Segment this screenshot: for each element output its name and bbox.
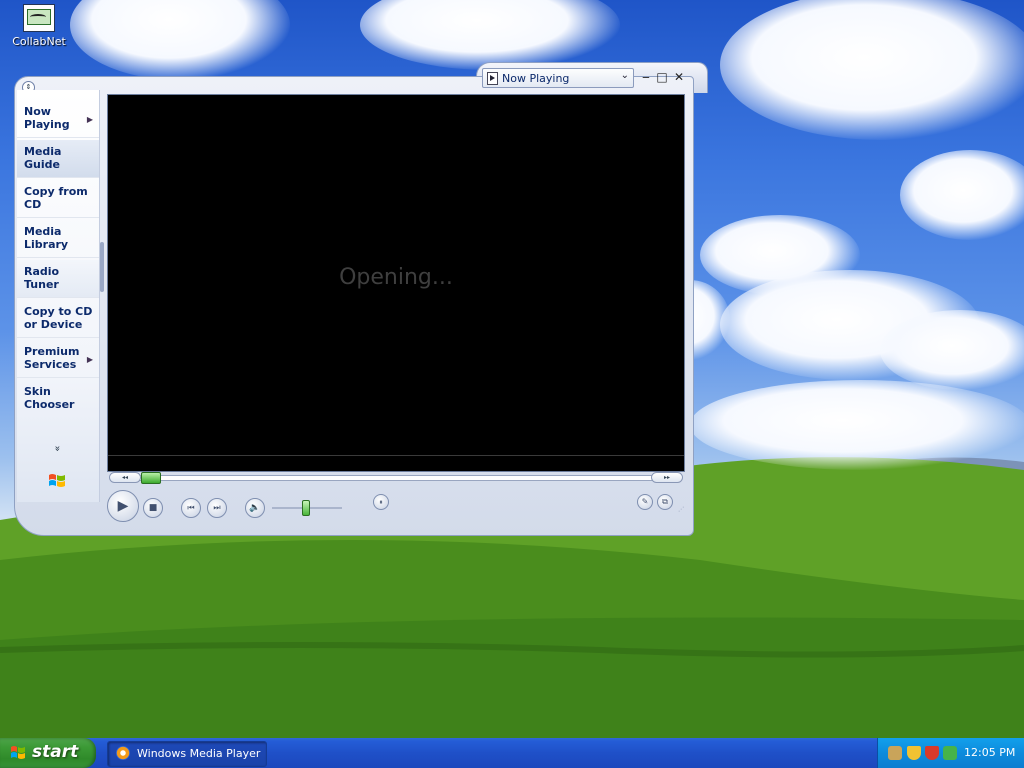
- taskbar-item-windows-media-player[interactable]: Windows Media Player: [107, 741, 267, 767]
- seek-bar[interactable]: ◂◂ ▸▸: [107, 472, 683, 484]
- taskpane-item-media-library[interactable]: Media Library: [17, 220, 99, 258]
- network-icon[interactable]: [888, 746, 902, 760]
- windows-logo-icon: [49, 474, 65, 487]
- taskpane-item-radio-tuner[interactable]: Radio Tuner: [17, 260, 99, 298]
- maximize-button[interactable]: □: [655, 70, 669, 84]
- taskpane-resize-handle[interactable]: [100, 242, 104, 292]
- media-player-window: ⇕ Now Playing ▶ Media Guide Copy from CD…: [14, 62, 708, 536]
- start-label: start: [32, 742, 79, 762]
- security-shield-icon[interactable]: [907, 746, 921, 760]
- video-divider: [108, 455, 684, 456]
- play-button[interactable]: ▶: [107, 490, 139, 522]
- security-alert-icon[interactable]: [925, 746, 939, 760]
- shuffle-button[interactable]: ⏸: [373, 494, 389, 510]
- chevron-right-icon: ▶: [86, 355, 93, 364]
- safely-remove-icon[interactable]: [943, 746, 957, 760]
- taskbar-item-label: Windows Media Player: [137, 747, 261, 760]
- chevron-down-icon: ⌄: [620, 70, 629, 81]
- equalizer-button[interactable]: ✎: [637, 494, 653, 510]
- previous-button[interactable]: ⏮: [181, 498, 201, 518]
- collabnet-icon: [23, 4, 55, 32]
- taskpane-item-premium-services[interactable]: Premium Services ▶: [17, 340, 99, 378]
- mute-button[interactable]: 🔈: [245, 498, 265, 518]
- taskpane-item-copy-from-cd[interactable]: Copy from CD: [17, 180, 99, 218]
- taskpane-item-label: Now Playing: [24, 105, 70, 131]
- chevron-right-icon: ▶: [86, 115, 93, 124]
- taskpane-item-copy-to-cd[interactable]: Copy to CD or Device: [17, 300, 99, 338]
- next-button[interactable]: ⏭: [207, 498, 227, 518]
- windows-flag-icon: [11, 746, 25, 759]
- start-button[interactable]: start: [0, 738, 96, 768]
- taskpane-item-label: Skin Chooser: [24, 385, 75, 411]
- taskpane-item-skin-chooser[interactable]: Skin Chooser: [17, 380, 99, 418]
- seek-track[interactable]: [125, 475, 655, 481]
- double-chevron-down-icon[interactable]: »: [52, 445, 63, 451]
- media-player-icon: [116, 746, 130, 760]
- clock[interactable]: 12:05 PM: [964, 746, 1015, 759]
- feature-taskbar: Now Playing ▶ Media Guide Copy from CD M…: [17, 90, 100, 502]
- volume-slider[interactable]: [302, 500, 310, 516]
- taskbar: start Windows Media Player 12:05 PM: [0, 738, 1024, 768]
- now-playing-select-value: Now Playing: [502, 72, 570, 85]
- close-button[interactable]: ✕: [672, 70, 686, 84]
- taskpane-item-label: Copy to CD or Device: [24, 305, 93, 331]
- stop-button[interactable]: ■: [143, 498, 163, 518]
- taskpane-item-media-guide[interactable]: Media Guide: [17, 140, 99, 178]
- desktop-icon-label: CollabNet: [12, 35, 66, 48]
- taskpane-item-label: Premium Services: [24, 345, 80, 371]
- taskpane-item-label: Media Library: [24, 225, 69, 251]
- skin-mode-button[interactable]: ⧉: [657, 494, 673, 510]
- video-area[interactable]: Opening...: [107, 94, 685, 472]
- taskpane-item-label: Media Guide: [24, 145, 62, 171]
- now-playing-select[interactable]: Now Playing ⌄: [482, 68, 634, 88]
- taskpane-item-label: Radio Tuner: [24, 265, 60, 291]
- rewind-icon[interactable]: ◂◂: [109, 472, 141, 483]
- fast-forward-icon[interactable]: ▸▸: [651, 472, 683, 483]
- minimize-button[interactable]: ‒: [639, 70, 653, 84]
- now-playing-icon: [487, 72, 498, 85]
- taskpane-item-label: Copy from CD: [24, 185, 88, 211]
- desktop-icon-collabnet[interactable]: CollabNet: [8, 4, 70, 48]
- system-tray: 12:05 PM: [877, 738, 1024, 768]
- playback-status: Opening...: [339, 265, 453, 290]
- resize-grip-icon[interactable]: ⋰: [678, 506, 686, 514]
- taskpane-item-now-playing[interactable]: Now Playing ▶: [17, 100, 99, 138]
- seek-thumb[interactable]: [141, 472, 161, 484]
